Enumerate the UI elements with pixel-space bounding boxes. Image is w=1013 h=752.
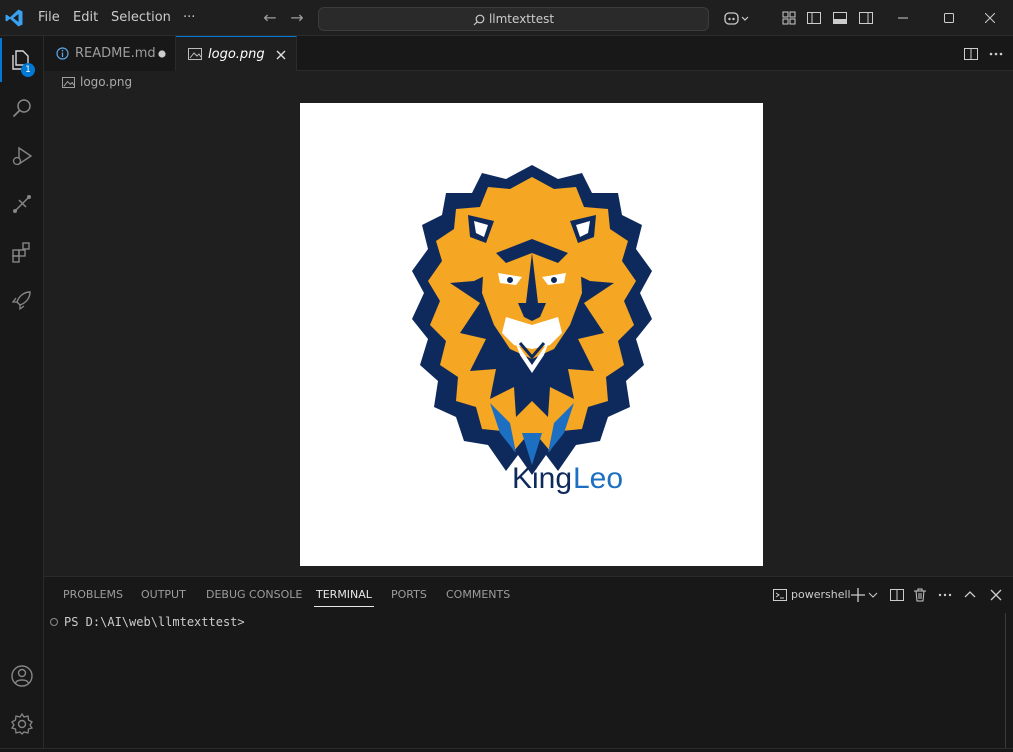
close-window-button[interactable] [967,0,1013,36]
minimize-icon [898,17,908,19]
toggle-panel-icon[interactable] [832,10,848,26]
more-actions-icon[interactable] [988,46,1004,62]
breadcrumb: logo.png [44,71,1013,93]
search-text: llmtexttest [488,12,555,26]
trash-icon[interactable] [912,587,928,603]
toggle-secondary-sidebar-icon[interactable] [858,10,874,26]
lion-logo-icon: King Leo [412,165,652,495]
tab-output[interactable]: OUTPUT [141,577,186,613]
customize-layout-icon[interactable] [781,10,797,26]
logo-image: King Leo [300,103,763,566]
search-icon [473,14,485,25]
chevron-down-icon[interactable] [867,587,879,603]
split-terminal-icon[interactable] [889,587,905,603]
settings-button[interactable] [0,702,44,746]
maximize-panel-icon[interactable] [962,587,978,603]
tab-label: logo.png [208,46,265,62]
tab-problems[interactable]: PROBLEMS [63,577,123,613]
search-button[interactable] [0,86,44,130]
maximize-button[interactable] [926,0,972,36]
menu-selection[interactable]: Selection [111,0,171,36]
accounts-button[interactable] [0,654,44,698]
copilot-icon[interactable] [724,10,750,26]
maximize-icon [944,13,954,23]
terminal-shell-name[interactable]: powershell [791,577,851,613]
terminal-scrollbar[interactable] [1005,613,1011,752]
source-control-icon [13,195,31,213]
tab-debug-console[interactable]: DEBUG CONSOLE [206,577,302,613]
terminal-prompt-line[interactable]: PS D:\AI\web\llmtexttest> [50,613,245,631]
terminal-prompt: PS D:\AI\web\llmtexttest> [64,615,245,629]
command-center-search[interactable]: llmtexttest [318,7,709,31]
image-icon [62,76,75,88]
brand-name-leo: Leo [573,462,623,495]
tab-terminal[interactable]: TERMINAL [314,577,374,613]
extensions-icon [12,242,30,263]
command-decoration-icon [50,618,58,626]
tab-label: README.md [75,46,156,61]
breadcrumb-item-logo[interactable]: logo.png [80,75,132,89]
extensions-button[interactable] [0,230,44,274]
status-bar [0,748,1013,752]
close-tab-button[interactable] [273,47,289,63]
tab-readme[interactable]: README.md [44,36,176,71]
bottom-panel: PROBLEMS OUTPUT DEBUG CONSOLE TERMINAL P… [44,576,1013,752]
image-icon [188,48,202,60]
close-icon [276,50,286,60]
close-panel-icon[interactable] [988,587,1004,603]
run-debug-icon [12,146,33,166]
close-icon [985,13,995,23]
toggle-primary-sidebar-icon[interactable] [806,10,822,26]
gear-icon [10,712,34,735]
more-actions-icon[interactable] [937,587,953,603]
forward-arrow-icon[interactable]: → [288,8,306,28]
menu-edit[interactable]: Edit [73,0,98,36]
tab-ports[interactable]: PORTS [391,577,427,613]
explorer-button[interactable]: 1 [0,38,44,82]
account-icon [11,665,33,687]
source-control-button[interactable] [0,182,44,226]
activity-bar: 1 [0,36,44,752]
modified-dot-icon[interactable] [154,46,170,62]
tab-comments[interactable]: COMMENTS [446,577,510,613]
new-terminal-icon[interactable] [850,587,866,603]
minimize-button[interactable] [880,0,926,36]
rocket-icon [11,291,31,311]
menu-file[interactable]: File [38,0,60,36]
editor-tab-bar: README.md logo.png [44,36,1013,71]
run-debug-button[interactable] [0,134,44,178]
vscode-logo-icon [5,9,23,27]
split-editor-icon[interactable] [963,46,979,62]
deploy-button[interactable] [0,278,44,322]
tab-logo-png[interactable]: logo.png [176,36,297,71]
image-preview-area: King Leo [44,93,1013,575]
search-icon [12,99,31,118]
menu-more[interactable]: ··· [183,0,195,36]
terminal-shell-icon[interactable] [772,587,788,603]
brand-name-king: King [512,462,572,495]
explorer-badge: 1 [21,63,35,77]
title-bar: File Edit Selection ··· ← → llmtexttest [0,0,1013,36]
info-icon [56,47,69,60]
back-arrow-icon[interactable]: ← [261,8,279,28]
